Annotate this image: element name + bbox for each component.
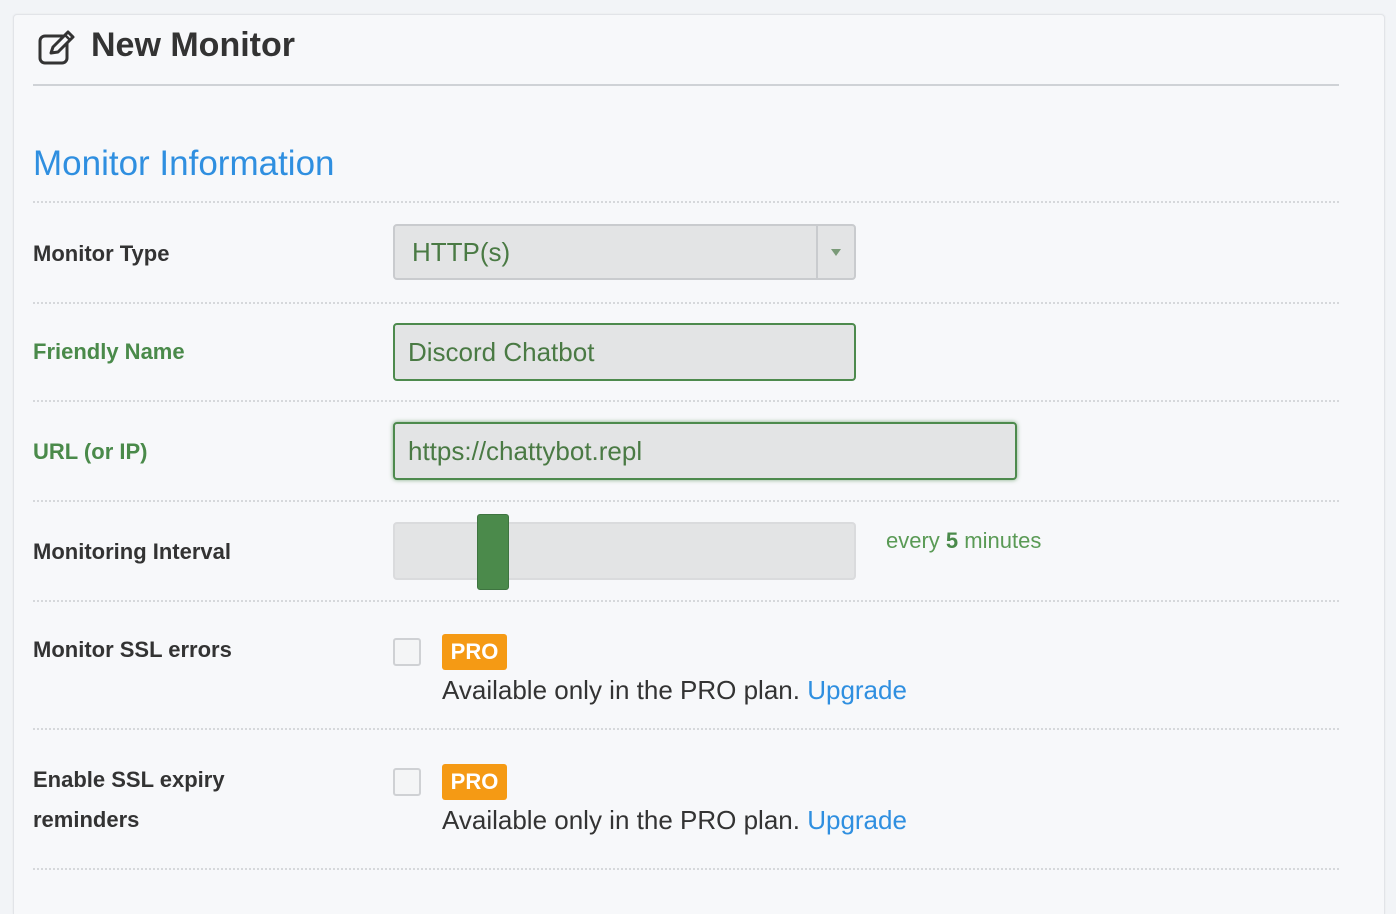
panel-header: New Monitor	[33, 26, 1339, 86]
pro-note: Available only in the PRO plan. Upgrade	[442, 673, 907, 707]
chevron-down-icon	[831, 249, 841, 256]
monitor-type-select[interactable]: HTTP(s)	[393, 224, 856, 280]
ssl-expiry-label-cont: reminders	[33, 807, 140, 832]
pro-badge: PRO	[442, 634, 507, 670]
interval-readout: every 5 minutes	[886, 526, 1041, 556]
pro-note-text: Available only in the PRO plan.	[442, 675, 800, 705]
monitoring-interval-label: Monitoring Interval	[33, 539, 231, 564]
monitor-type-label: Monitor Type	[33, 241, 170, 266]
interval-value: 5	[945, 528, 959, 553]
url-input[interactable]	[393, 422, 1017, 480]
section-title: Monitor Information	[33, 144, 335, 183]
ssl-errors-checkbox[interactable]	[393, 638, 421, 666]
divider	[33, 400, 1339, 402]
pro-note-text: Available only in the PRO plan.	[442, 805, 800, 835]
divider	[33, 302, 1339, 304]
pro-note: Available only in the PRO plan. Upgrade	[442, 803, 907, 837]
divider	[33, 868, 1339, 870]
friendly-name-input[interactable]	[393, 323, 856, 381]
divider	[33, 728, 1339, 730]
interval-prefix: every	[886, 528, 940, 553]
upgrade-link[interactable]: Upgrade	[807, 675, 907, 705]
friendly-name-label: Friendly Name	[33, 339, 185, 364]
upgrade-link[interactable]: Upgrade	[807, 805, 907, 835]
select-arrow-button[interactable]	[816, 226, 854, 278]
slider-handle[interactable]	[477, 514, 509, 590]
ssl-expiry-label: Enable SSL expiry	[33, 767, 225, 792]
ssl-expiry-checkbox[interactable]	[393, 768, 421, 796]
ssl-errors-label: Monitor SSL errors	[33, 637, 232, 662]
divider	[33, 600, 1339, 602]
page-title: New Monitor	[91, 26, 295, 64]
url-label: URL (or IP)	[33, 439, 148, 464]
divider	[33, 201, 1339, 203]
monitor-type-value: HTTP(s)	[412, 236, 511, 267]
pro-badge: PRO	[442, 764, 507, 800]
interval-slider[interactable]	[393, 514, 856, 590]
edit-icon	[38, 30, 75, 65]
interval-suffix: minutes	[964, 528, 1042, 553]
divider	[33, 500, 1339, 502]
